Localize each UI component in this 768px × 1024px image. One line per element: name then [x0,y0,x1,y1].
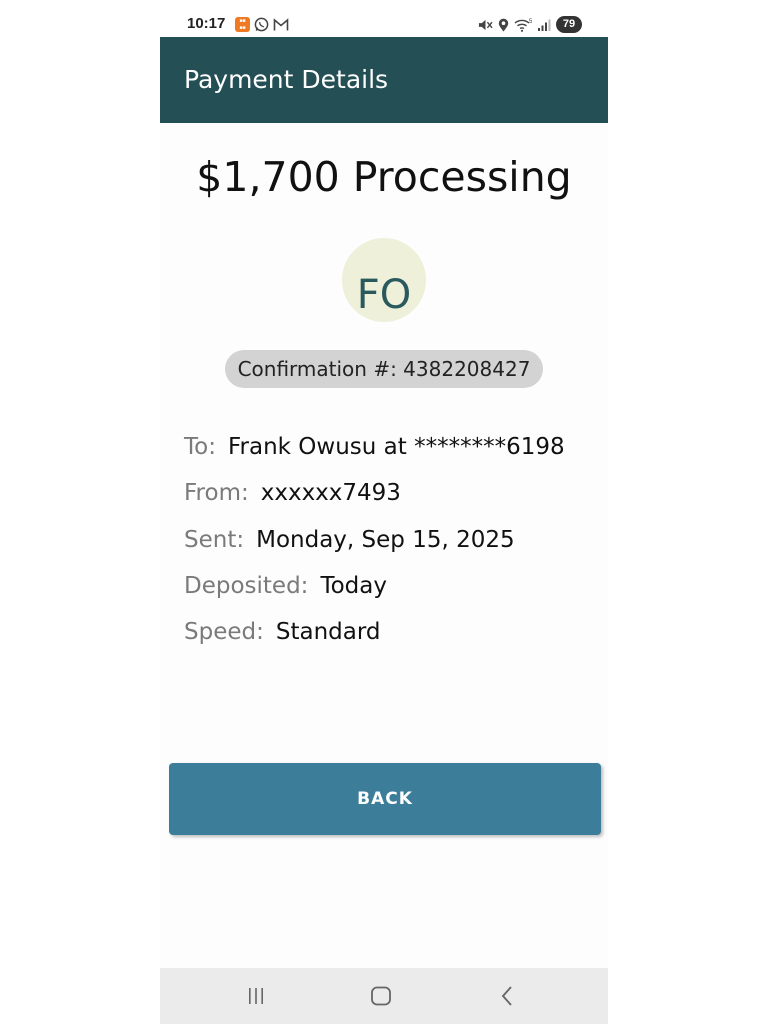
detail-value: Monday, Sep 15, 2025 [256,526,515,553]
confirmation-number-badge: Confirmation #: 4382208427 [225,350,543,388]
detail-label: To: [184,434,216,460]
back-button[interactable]: BACK [169,763,601,835]
detail-row-to: To: Frank Owusu at ********6198 [184,434,565,480]
mute-icon [478,19,493,30]
detail-label: Sent: [184,526,245,553]
home-button[interactable] [367,984,395,1008]
detail-value: Standard [275,619,381,646]
recent-apps-button[interactable] [242,984,270,1008]
detail-row-deposited: Deposited: Today [184,573,565,619]
wifi-icon: 5 [514,19,532,32]
phone-screen: 10:17 ■■ ■■ 5 79 Payment Details $1,700 … [160,0,608,1024]
detail-value: Today [320,572,387,599]
system-nav-bar [160,968,608,1024]
detail-value: xxxxxx7493 [260,480,401,507]
detail-label: Deposited: [184,572,309,599]
status-bar: 10:17 ■■ ■■ 5 79 [160,0,608,37]
app-badge-icon: ■■ ■■ [235,17,250,32]
detail-label: Speed: [184,619,264,646]
detail-value: Frank Owusu at ********6198 [227,434,565,460]
detail-row-speed: Speed: Standard [184,619,565,665]
payment-amount-status: $1,700 Processing [196,153,572,201]
battery-icon: 79 [556,16,582,33]
notification-icons: ■■ ■■ [235,17,289,32]
back-nav-button[interactable] [493,984,521,1008]
avatar: FO [342,238,426,322]
status-time: 10:17 [187,15,226,32]
whatsapp-icon [254,17,269,32]
gmail-icon [273,17,289,30]
detail-row-sent: Sent: Monday, Sep 15, 2025 [184,527,565,573]
system-icons: 5 79 [478,16,582,33]
svg-text:5: 5 [529,19,532,25]
page-title: Payment Details [184,65,389,94]
location-icon [498,18,509,31]
app-bar: Payment Details [160,37,608,123]
detail-label: From: [184,480,249,507]
detail-row-from: From: xxxxxx7493 [184,480,565,526]
signal-icon [538,19,551,31]
back-nav-icon [501,986,512,1006]
recent-apps-icon [249,988,263,1004]
home-icon [371,986,391,1006]
payment-details-list: To: Frank Owusu at ********6198 From: xx… [184,434,565,665]
